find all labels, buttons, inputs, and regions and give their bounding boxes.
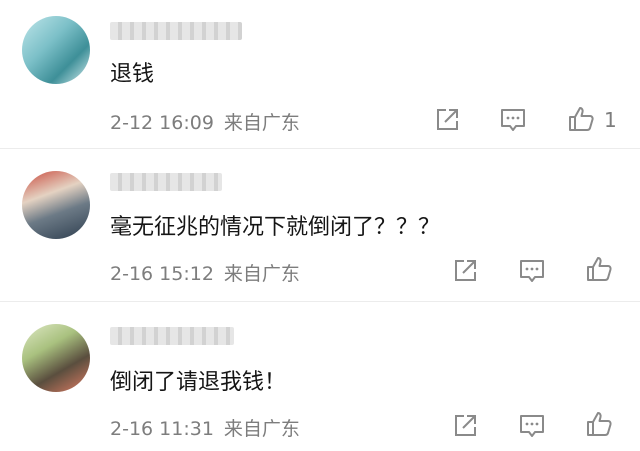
comment-meta: 2-16 11:31 来自广东 — [110, 414, 300, 441]
comment-location: 来自广东 — [223, 263, 300, 285]
avatar[interactable] — [22, 324, 90, 392]
thumbs-up-icon[interactable] — [567, 105, 595, 133]
comment-location: 来自广东 — [223, 418, 300, 440]
username[interactable] — [110, 327, 234, 345]
comment-item: 毫无征兆的情况下就倒闭了？？？ 2-16 15:12 来自广东 — [0, 149, 640, 302]
comment-icon[interactable] — [518, 412, 546, 440]
comment-text: 毫无征兆的情况下就倒闭了？？？ — [110, 215, 441, 240]
avatar[interactable] — [22, 16, 90, 84]
comment-item: 退钱 2-12 16:09 来自广东 1 — [0, 0, 640, 149]
thumbs-up-icon[interactable] — [585, 255, 613, 283]
username[interactable] — [110, 22, 242, 40]
comment-date: 2-12 16:09 — [110, 112, 214, 134]
avatar[interactable] — [22, 171, 90, 239]
comment-meta: 2-12 16:09 来自广东 — [110, 108, 300, 135]
comment-icon[interactable] — [518, 257, 546, 285]
comment-text: 倒闭了请退我钱！ — [110, 370, 287, 395]
thumbs-up-icon[interactable] — [585, 410, 613, 438]
comment-icon[interactable] — [499, 106, 527, 134]
comment-text: 退钱 — [110, 62, 155, 87]
share-icon[interactable] — [451, 412, 479, 440]
comment-meta: 2-16 15:12 来自广东 — [110, 259, 300, 286]
comment-location: 来自广东 — [223, 112, 300, 134]
share-icon[interactable] — [451, 257, 479, 285]
comment-item: 倒闭了请退我钱！ 2-16 11:31 来自广东 — [0, 302, 640, 451]
comment-date: 2-16 11:31 — [110, 418, 214, 440]
like-count: 1 — [604, 108, 617, 132]
share-icon[interactable] — [433, 106, 461, 134]
comment-date: 2-16 15:12 — [110, 263, 214, 285]
username[interactable] — [110, 173, 222, 191]
